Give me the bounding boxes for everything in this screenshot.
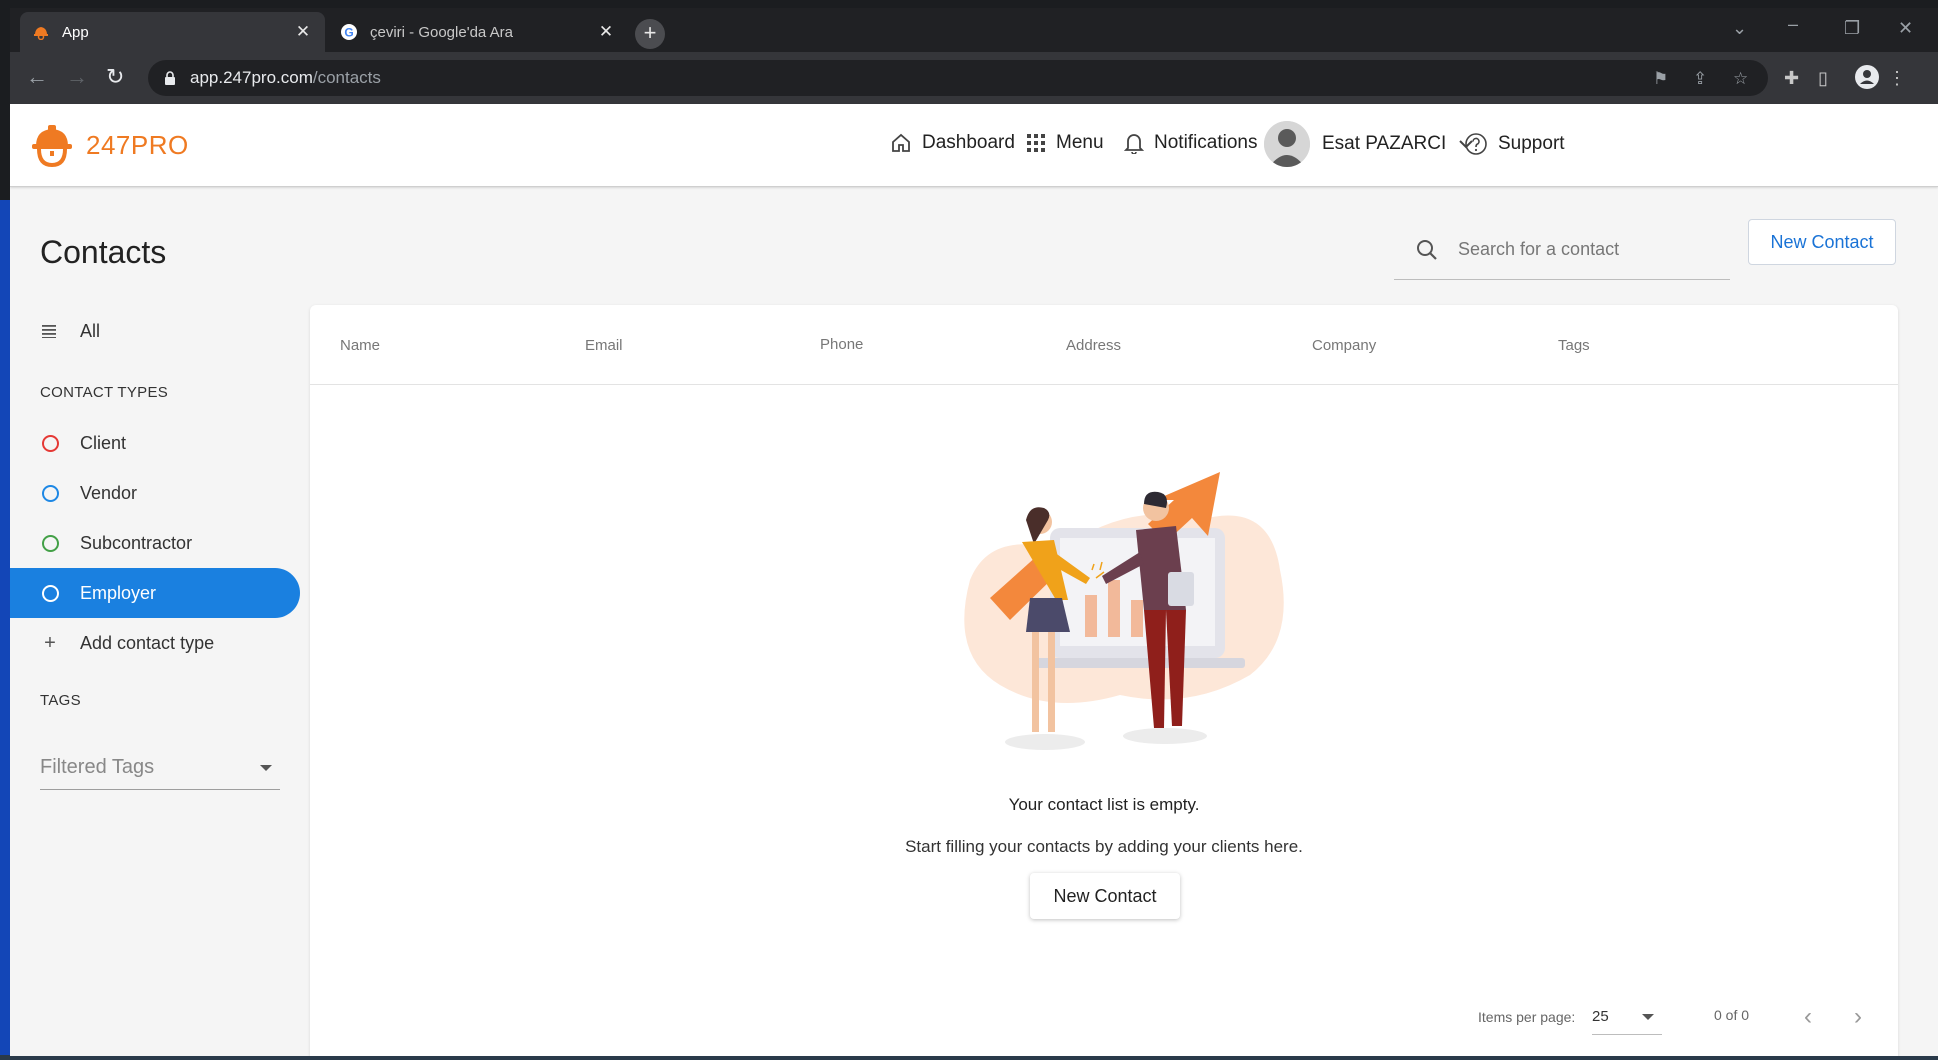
contacts-table: Name Email Phone Address Company Tags Yo… (310, 305, 1898, 1056)
avatar (1264, 121, 1310, 167)
tab-google[interactable]: G çeviri - Google'da Ara ✕ (328, 12, 628, 52)
dropdown-arrow-icon (260, 764, 272, 771)
bookmark-star-icon[interactable]: ☆ (1733, 69, 1748, 89)
column-header-company[interactable]: Company (1312, 337, 1376, 354)
circle-icon (41, 484, 59, 502)
new-contact-button[interactable]: New Contact (1748, 219, 1896, 265)
plus-icon: + (44, 631, 56, 654)
previous-page-icon[interactable]: ‹ (1804, 1003, 1812, 1031)
user-menu[interactable]: Esat PAZARCI (1264, 121, 1484, 167)
browser-window: App ✕ G çeviri - Google'da Ara ✕ + ⌄ – ❐… (10, 8, 1938, 1056)
browser-toolbar: ← → ↻ app.247pro.com/contacts ⚑ ⇪ ☆ ✚ ▯ … (10, 52, 1938, 104)
search-icon (1417, 239, 1437, 260)
column-header-phone[interactable]: Phone (820, 336, 863, 353)
nav-support-label: Support (1498, 133, 1565, 154)
empty-new-contact-button[interactable]: New Contact (1030, 873, 1180, 919)
circle-icon (41, 534, 59, 552)
handshake-illustration (964, 472, 1284, 750)
page-range: 0 of 0 (1714, 1007, 1750, 1023)
grid-icon (1027, 134, 1045, 152)
tags-heading: TAGS (40, 692, 81, 709)
items-per-page-label: Items per page: (1478, 1009, 1576, 1025)
sidebar-item-label: Client (80, 432, 127, 453)
dropdown-arrow-icon (1642, 1013, 1654, 1020)
table-header: Name Email Phone Address Company Tags (310, 305, 1898, 385)
tab-search-icon[interactable]: ⌄ (1732, 18, 1747, 39)
sidebar-item-subcontractor[interactable]: Subcontractor (10, 518, 300, 568)
app-favicon-icon (32, 23, 50, 41)
side-panel-icon[interactable]: ▯ (1818, 68, 1828, 89)
nav-dashboard-label: Dashboard (922, 132, 1015, 153)
nav-notifications[interactable]: Notifications (1124, 132, 1258, 154)
circle-icon (41, 434, 59, 452)
tab-title: App (62, 23, 89, 41)
home-icon (892, 133, 910, 152)
tab-close-icon[interactable]: ✕ (293, 22, 313, 42)
new-tab-button[interactable]: + (635, 19, 665, 49)
sidebar-item-label: Add contact type (80, 632, 215, 653)
forward-icon[interactable]: → (66, 66, 88, 88)
profile-icon[interactable] (1854, 64, 1880, 95)
sidebar-item-label: Employer (80, 582, 157, 603)
back-icon[interactable]: ← (26, 66, 48, 88)
hardhat-logo-icon (32, 125, 72, 168)
bell-icon (1124, 134, 1144, 154)
tab-title: çeviri - Google'da Ara (370, 23, 513, 41)
sidebar-item-label: Subcontractor (80, 532, 193, 553)
contact-search (1394, 220, 1730, 280)
user-name: Esat PAZARCI (1322, 133, 1447, 154)
url-host: app.247pro.com (190, 68, 313, 87)
items-per-page-select[interactable]: 25 (1592, 999, 1662, 1035)
tab-strip: App ✕ G çeviri - Google'da Ara ✕ + ⌄ – ❐… (10, 8, 1938, 52)
nav-support[interactable]: Support (1464, 132, 1565, 156)
tab-app[interactable]: App ✕ (20, 12, 325, 52)
sidebar-item-vendor[interactable]: Vendor (10, 468, 300, 518)
column-header-name[interactable]: Name (340, 337, 380, 354)
empty-state-title: Your contact list is empty. (1008, 795, 1200, 814)
sidebar-item-label: Vendor (80, 482, 138, 503)
logo-text: 247PRO (86, 129, 189, 160)
circle-icon (41, 584, 59, 602)
column-header-address[interactable]: Address (1066, 337, 1121, 354)
items-per-page-value: 25 (1592, 1008, 1609, 1025)
blocked-location-icon[interactable]: ⚑ (1653, 69, 1668, 89)
nav-dashboard[interactable]: Dashboard (890, 132, 1015, 154)
lock-icon (165, 71, 175, 85)
browser-menu-icon[interactable]: ⋮ (1888, 68, 1906, 89)
sidebar-item-label: All (80, 320, 101, 341)
filtered-tags-select[interactable]: Filtered Tags (40, 746, 280, 790)
app-header: 247PRO Dashboard Menu Notifications Esat… (10, 104, 1938, 187)
contact-types-heading: CONTACT TYPES (40, 384, 169, 401)
list-icon (40, 321, 60, 341)
logo[interactable]: 247PRO (30, 122, 189, 168)
search-input[interactable] (1458, 239, 1708, 260)
empty-state-subtitle: Start filling your contacts by adding yo… (905, 837, 1303, 856)
sidebar-item-all[interactable]: All (10, 306, 300, 356)
column-header-email[interactable]: Email (585, 337, 623, 354)
add-contact-type-button[interactable]: + Add contact type (10, 618, 300, 668)
url-path: /contacts (312, 68, 381, 87)
google-favicon-icon: G (340, 23, 358, 41)
extensions-icon[interactable]: ✚ (1784, 68, 1799, 89)
nav-notifications-label: Notifications (1154, 132, 1258, 153)
minimize-icon[interactable]: – (1788, 14, 1798, 35)
reload-icon[interactable]: ↻ (106, 66, 124, 88)
close-window-icon[interactable]: ✕ (1898, 18, 1913, 39)
nav-menu-label: Menu (1056, 132, 1104, 153)
next-page-icon[interactable]: › (1854, 1003, 1862, 1031)
column-header-tags[interactable]: Tags (1558, 337, 1590, 354)
sidebar-item-employer[interactable]: Employer (10, 568, 300, 618)
page-title: Contacts (40, 234, 167, 270)
tags-placeholder: Filtered Tags (40, 756, 155, 778)
tab-close-icon[interactable]: ✕ (596, 22, 616, 42)
desktop-edge (0, 200, 10, 1060)
svg-text:G: G (344, 26, 353, 40)
sidebar-item-client[interactable]: Client (10, 418, 300, 468)
nav-menu[interactable]: Menu (1026, 132, 1104, 154)
share-icon[interactable]: ⇪ (1693, 69, 1707, 89)
address-bar[interactable]: app.247pro.com/contacts ⚑ ⇪ ☆ (148, 60, 1768, 96)
restore-icon[interactable]: ❐ (1844, 18, 1860, 39)
help-circle-icon (1465, 133, 1487, 155)
